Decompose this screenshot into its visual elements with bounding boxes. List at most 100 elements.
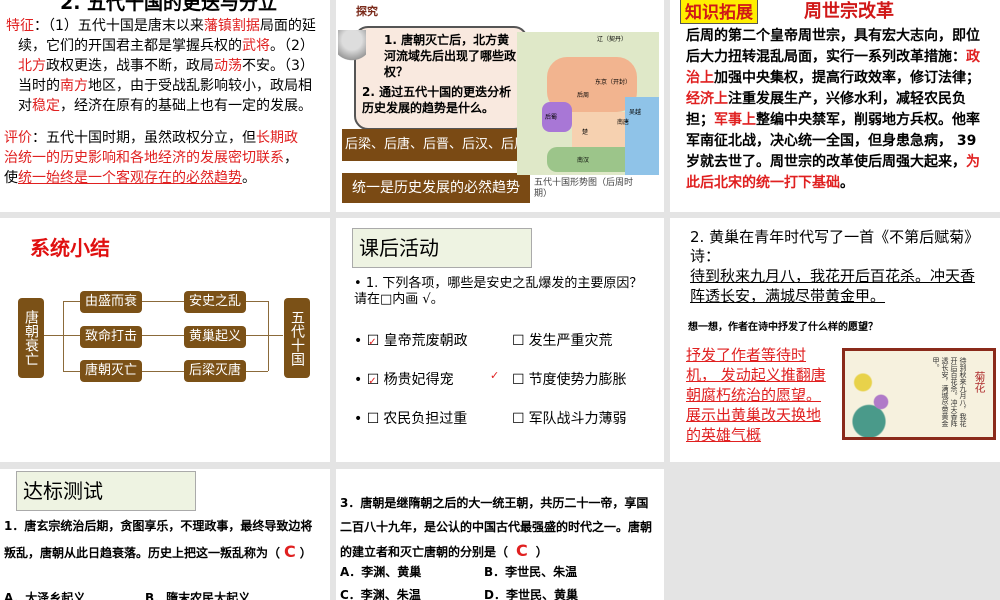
- flower-image: [845, 359, 905, 437]
- option-checkbox-item[interactable]: ☐ 军队战斗力薄弱: [512, 408, 627, 428]
- text: 后周的第二个皇帝周世宗，具有宏大志向，即位后大力扭转混乱局面，实行一系列改革措施…: [686, 28, 980, 65]
- option-label: 杨贵妃得宠: [383, 372, 454, 388]
- highlight: 藩镇割据: [203, 18, 260, 34]
- poem-question: 2. 黄巢在青年时代写了一首《不第后赋菊》诗：: [690, 228, 972, 265]
- check-mark-icon: ✓: [368, 376, 377, 387]
- question-text: 3．唐朝是继隋朝之后的大一统王朝，共历二十一帝，享国二百八十九年，是公认的中国古…: [340, 496, 653, 559]
- question-1: 1．唐玄宗统治后期，贪图享乐，不理政事，最终导致边将叛乱，唐朝从此日趋衰落。历史…: [4, 514, 319, 566]
- highlight: 统一始终是一个客观存在的必然趋势: [18, 170, 242, 186]
- highlight: 南方: [60, 78, 88, 94]
- check-mark-icon: ✓: [368, 337, 377, 348]
- option-checkbox-item[interactable]: • ☐✓ 杨贵妃得宠: [354, 369, 454, 389]
- option-checkbox-item[interactable]: • ☐✓ 皇帝荒废朝政: [354, 330, 468, 350]
- node-five-dynasties: 五代十国: [284, 298, 310, 378]
- reform-title: 周世宗改革: [804, 1, 894, 22]
- activity-title: 课后活动: [352, 228, 532, 268]
- text: 。（2）: [270, 38, 314, 54]
- option-b: B．隋末农民大起义: [145, 591, 251, 600]
- activity-question: • 1. 下列各项，哪些是安史之乱爆发的主要原因？请在□内画 √。: [354, 276, 643, 307]
- answer-mark: C: [516, 541, 528, 560]
- checkbox-icon[interactable]: ☐: [512, 333, 525, 349]
- option-label: 皇帝荒废朝政: [383, 333, 468, 349]
- option-label: 军队战斗力薄弱: [528, 411, 627, 427]
- option-checkbox-item[interactable]: ☐ 节度使势力膨胀 ✓: [490, 369, 627, 389]
- checked-box-icon[interactable]: ☐: [512, 372, 525, 388]
- map-label: 辽（契丹）: [597, 36, 628, 43]
- think-prompt: 想一想，作者在诗中抒发了什么样的愿望？: [688, 322, 878, 333]
- map-label: 东京（开封）: [595, 79, 632, 86]
- map-caption: 五代十国形势图（后周时期）: [534, 178, 634, 199]
- highlight: 武将: [242, 38, 270, 54]
- option-label: 农民负担过重: [383, 411, 468, 427]
- question-text: 1. 下列各项，哪些是安史之乱爆发的主要原因？请在□内画 √。: [354, 276, 643, 307]
- text: ）: [299, 546, 312, 560]
- slide-after-class-activity[interactable]: 课后活动 • 1. 下列各项，哪些是安史之乱爆发的主要原因？请在□内画 √。 •…: [336, 218, 664, 462]
- slide-summary[interactable]: 系统小结 唐朝衰亡 五代十国 由盛而衰 致命打击 唐朝灭亡 安史之乱 黄巢起义 …: [0, 218, 330, 462]
- option-a: A．大泽乡起义: [4, 591, 86, 600]
- five-dynasties-map: 辽（契丹） 东京（开封） 后周 后蜀 南唐 楚 南汉 吴越: [517, 32, 659, 175]
- answer-banner-1: 后梁、后唐、后晋、后汉、后周: [342, 129, 530, 161]
- map-label: 楚: [582, 129, 589, 136]
- reform-text: 后周的第二个皇帝周世宗，具有宏大志向，即位后大力扭转混乱局面，实行一系列改革措施…: [686, 26, 988, 194]
- test-title: 达标测试: [16, 471, 196, 511]
- question-1: 1. 唐朝灭亡后，北方黄河流域先后出现了哪些政权？: [384, 33, 517, 79]
- map-label: 后蜀: [545, 114, 558, 121]
- node: 致命打击: [80, 326, 142, 348]
- slide-question-3[interactable]: 3．唐朝是继隋朝之后的大一统王朝，共历二十一帝，享国二百八十九年，是公认的中国古…: [336, 469, 664, 600]
- map-label: 后周: [577, 92, 590, 99]
- option-b: B．李世民、朱温: [484, 565, 578, 579]
- evaluation-text: 评价：五代十国时期，虽然政权分立，但长期政治统一的历史影响和各地经济的发展密切联…: [4, 128, 304, 188]
- slide-five-dynasties-features[interactable]: 2. 五代十国的更迭与分立 特征：（1）五代十国是唐末以来藩镇割据局面的延续，它…: [0, 0, 330, 212]
- option-checkbox-item[interactable]: ☐ 发生严重灾荒: [512, 330, 613, 350]
- checkbox-icon[interactable]: • ☐: [354, 411, 379, 427]
- option-c: C．李渊、朱温: [340, 588, 421, 600]
- node: 由盛而衰: [80, 291, 142, 313]
- text: ：（1）五代十国是唐末以来: [34, 18, 204, 34]
- checkbox-icon[interactable]: ☐: [512, 411, 525, 427]
- map-label: 南汉: [577, 157, 590, 164]
- text: 。: [242, 170, 256, 186]
- features-text: 特征：（1）五代十国是唐末以来藩镇割据局面的延续，它们的开国君主都是掌握兵权的武…: [4, 16, 324, 116]
- painting-title: 菊花: [973, 371, 986, 393]
- option-checkbox-item[interactable]: • ☐ 农民负担过重: [354, 408, 467, 428]
- highlight: 经济上: [686, 91, 728, 107]
- thinker-figure-icon: [338, 30, 366, 70]
- painting-poem: 待到秋来九月八，我花开后百花杀。冲天香阵透长安，满城尽带黄金甲。: [932, 357, 967, 427]
- node-tang-decline: 唐朝衰亡: [18, 298, 44, 378]
- eval-label: 评价: [4, 130, 32, 146]
- slide-title: 2. 五代十国的更迭与分立: [60, 0, 278, 14]
- feature-label: 特征: [6, 18, 34, 34]
- option-a: A．李渊、黄巢: [340, 565, 422, 579]
- option-label: 发生严重灾荒: [528, 333, 613, 349]
- text: 。: [840, 175, 854, 191]
- text: ）: [535, 545, 548, 559]
- text: 加强中央集权，提高行政效率，修订法律；: [714, 70, 980, 86]
- option-label: 节度使势力膨胀: [528, 372, 627, 388]
- highlight: 北方: [18, 58, 46, 74]
- text: ：五代十国时期，虽然政权分立，但: [32, 130, 256, 146]
- answer-text: 抒发了作者等待时机， 发动起义推翻唐朝腐朽统治的愿望。 展示出黄巢改天换地的英雄…: [686, 346, 826, 444]
- map-label: 吴越: [629, 109, 642, 116]
- node: 安史之乱: [184, 291, 246, 313]
- question-text: 1．唐玄宗统治后期，贪图享乐，不理政事，最终导致边将叛乱，唐朝从此日趋衰落。历史…: [4, 519, 313, 560]
- chrysanthemum-painting: 菊花 待到秋来九月八，我花开后百花杀。冲天香阵透长安，满城尽带黄金甲。: [842, 348, 996, 440]
- option-d: D．李世民、黄巢: [484, 588, 578, 600]
- poem-text: 待到秋来九月八，我花开后百花杀。冲天香阵透长安，满城尽带黄金甲。: [690, 267, 976, 305]
- text: 政权更迭，战事不断，政局: [46, 58, 214, 74]
- knowledge-tag: 知识拓展: [680, 0, 758, 24]
- text: ，经济在原有的基础上也有一定的发展。: [60, 98, 312, 114]
- highlight: 动荡: [214, 58, 242, 74]
- node: 唐朝灭亡: [80, 360, 142, 382]
- inquiry-label: 探究: [356, 5, 378, 18]
- slide-knowledge-extension[interactable]: 知识拓展 周世宗改革 后周的第二个皇帝周世宗，具有宏大志向，即位后大力扭转混乱局…: [670, 0, 1000, 212]
- slide-inquiry[interactable]: 探究 1. 唐朝灭亡后，北方黄河流域先后出现了哪些政权？ 2. 通过五代十国的更…: [336, 0, 664, 212]
- answer-mark: C: [284, 542, 296, 561]
- question-2: 2. 通过五代十国的更迭分析历史发展的趋势是什么。: [362, 85, 512, 115]
- highlight: 军事上: [714, 112, 756, 128]
- question-3: 3．唐朝是继隋朝之后的大一统王朝，共历二十一帝，享国二百八十九年，是公认的中国古…: [340, 491, 655, 564]
- slide-huang-chao-poem[interactable]: 2. 黄巢在青年时代写了一首《不第后赋菊》诗： 待到秋来九月八，我花开后百花杀。…: [670, 218, 1000, 462]
- slide-standard-test[interactable]: 达标测试 1．唐玄宗统治后期，贪图享乐，不理政事，最终导致边将叛乱，唐朝从此日趋…: [0, 469, 330, 600]
- summary-title: 系统小结: [30, 236, 110, 260]
- highlight: 稳定: [32, 98, 60, 114]
- answer-banner-2: 统一是历史发展的必然趋势: [342, 173, 530, 203]
